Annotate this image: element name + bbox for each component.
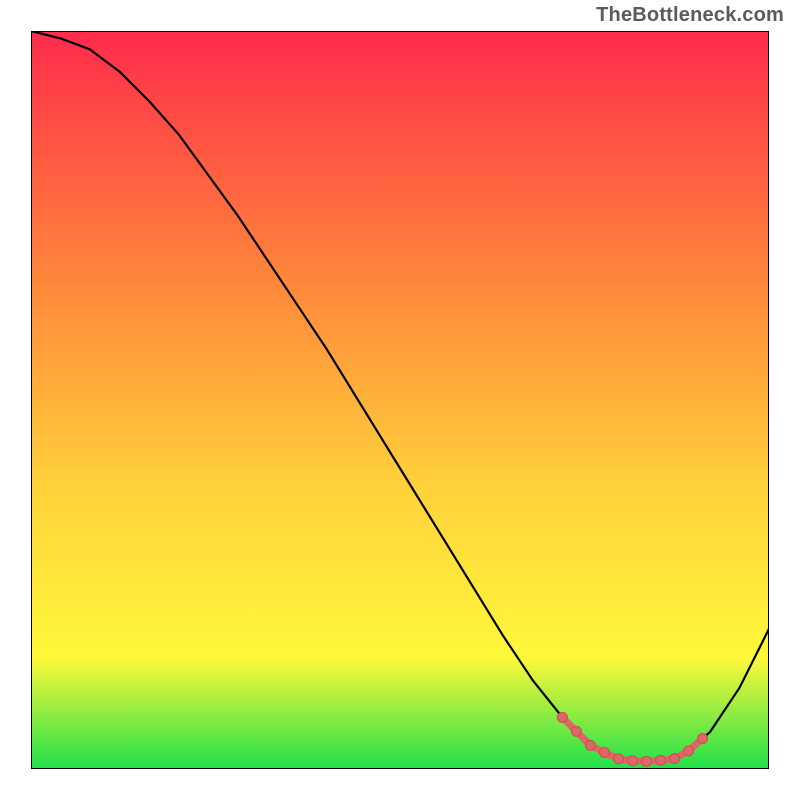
optimal-range-dot: [557, 712, 567, 722]
bottleneck-chart: [31, 31, 769, 769]
optimal-range-dot: [599, 748, 609, 758]
watermark-text: TheBottleneck.com: [596, 4, 784, 27]
optimal-range-dot: [656, 755, 666, 765]
optimal-range-dot: [684, 746, 694, 756]
optimal-range-dot: [670, 754, 680, 764]
optimal-range-dot: [627, 756, 637, 766]
chart-container: TheBottleneck.com: [0, 0, 800, 800]
optimal-range-dot: [571, 726, 581, 736]
optimal-range-dot: [585, 740, 595, 750]
optimal-range-dot: [698, 734, 708, 744]
optimal-range-dot: [613, 754, 623, 764]
optimal-range-dot: [641, 756, 651, 766]
gradient-background: [31, 31, 769, 769]
